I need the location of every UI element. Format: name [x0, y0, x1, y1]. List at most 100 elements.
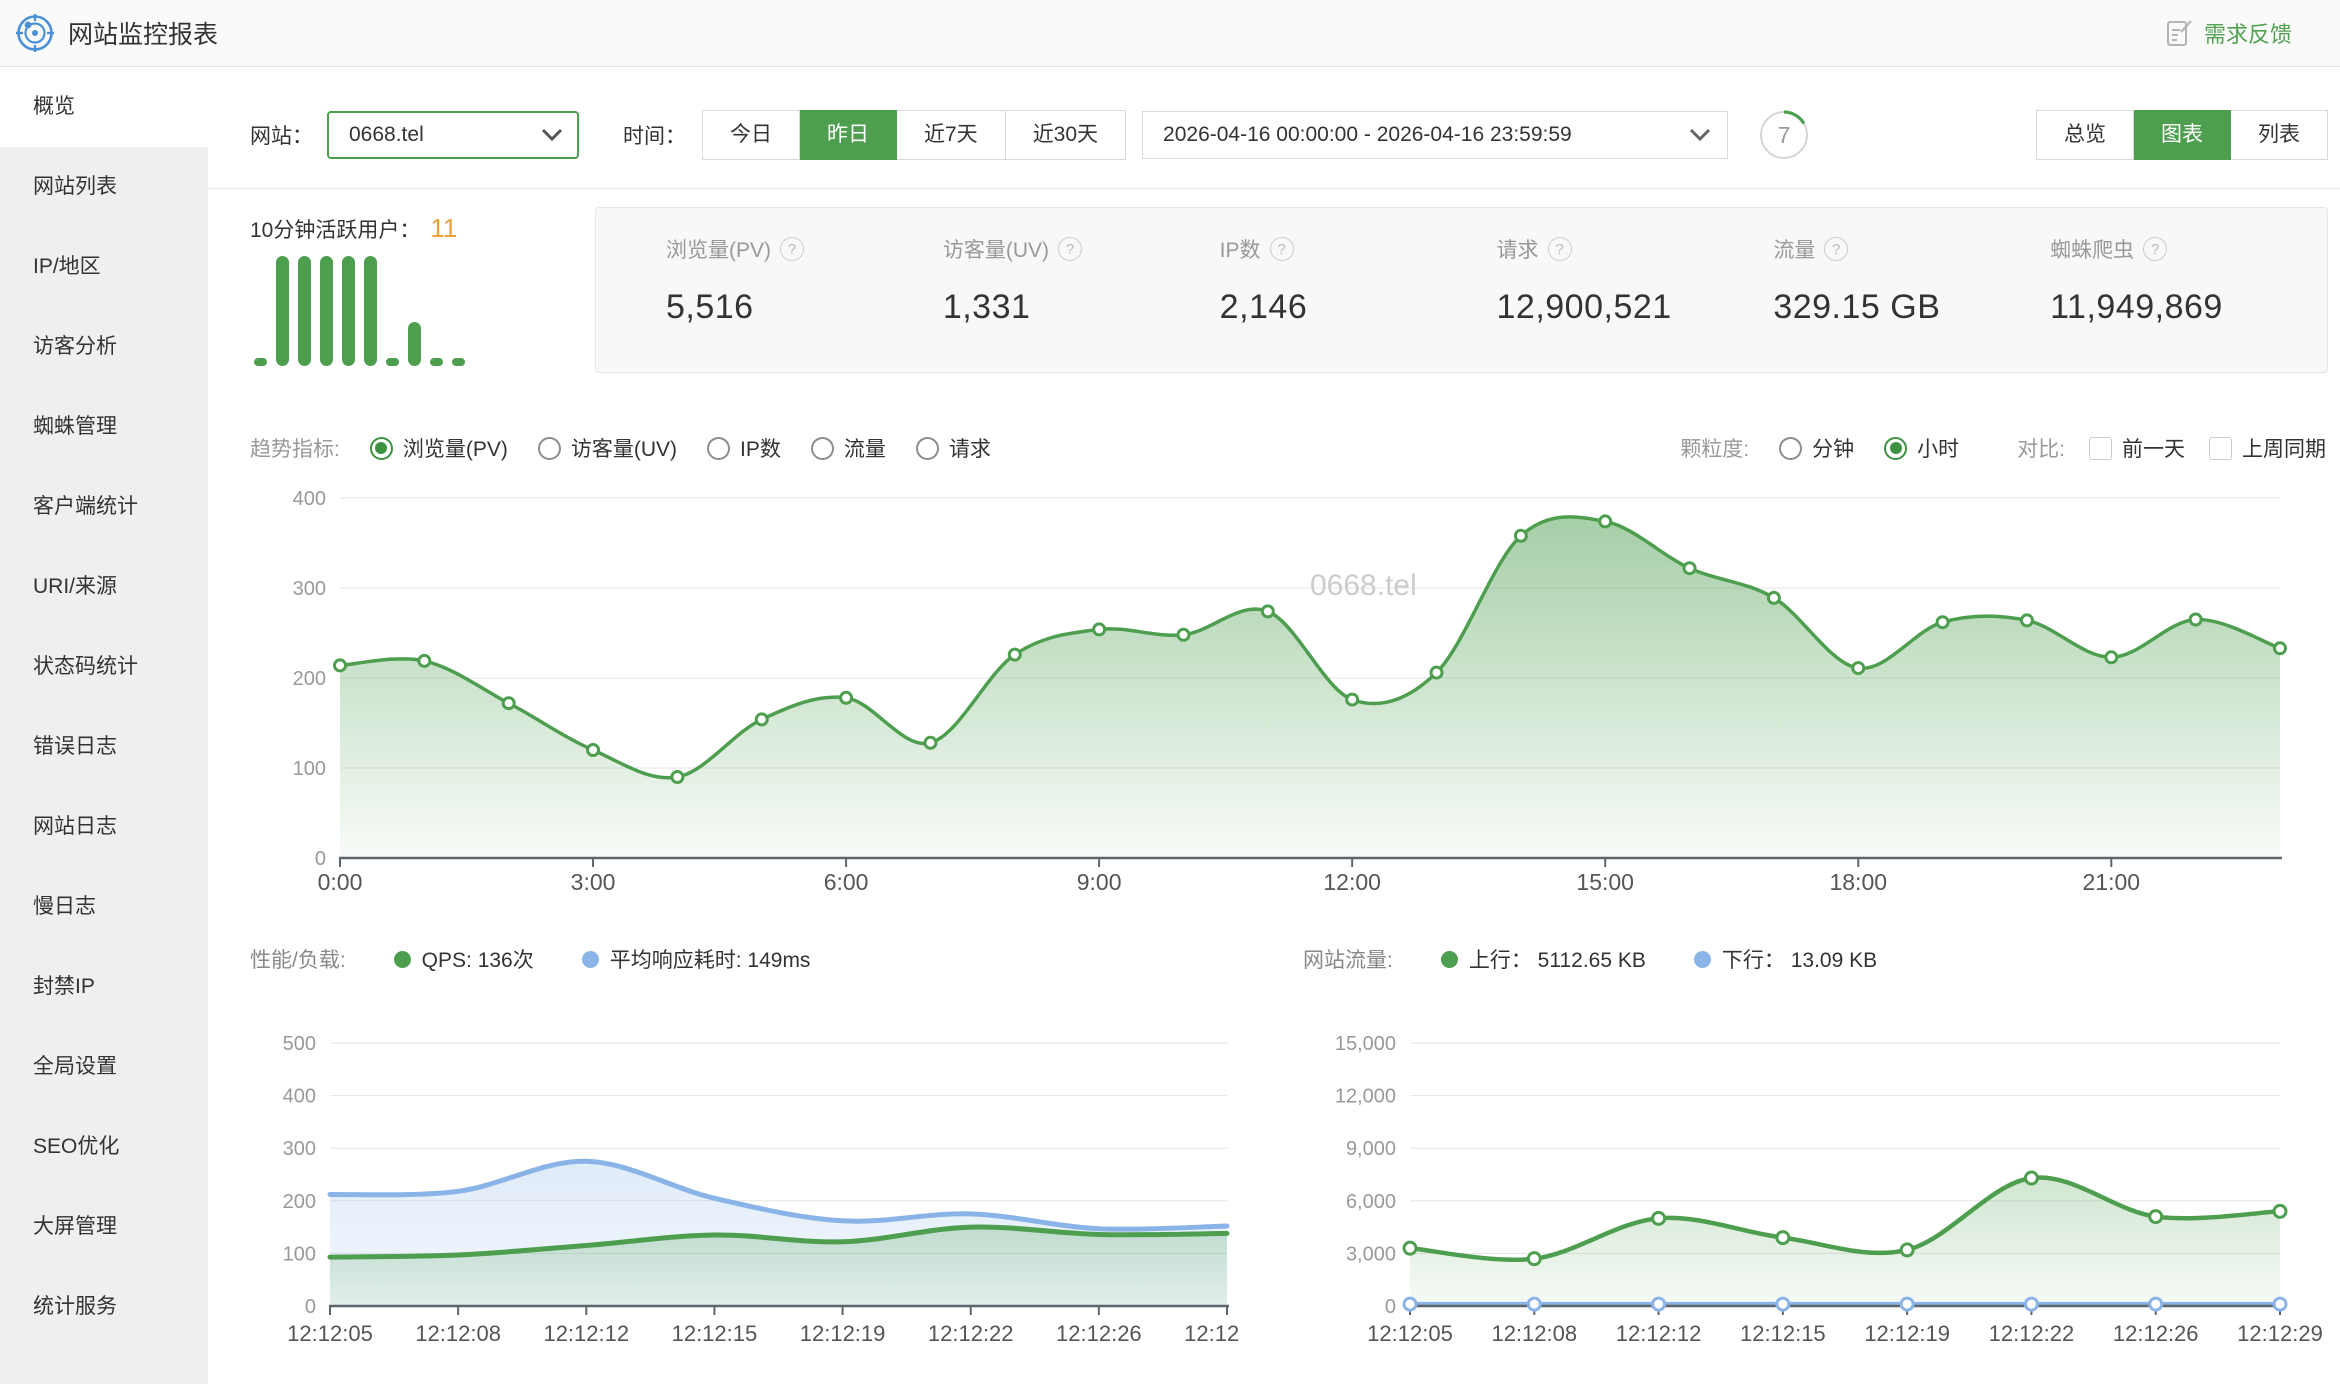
svg-text:0: 0: [305, 1296, 316, 1318]
svg-text:200: 200: [293, 668, 326, 690]
svg-text:100: 100: [293, 758, 326, 780]
trend-metric-label: 趋势指标:: [250, 433, 340, 463]
time-range-button[interactable]: 近30天: [1006, 110, 1126, 160]
trend-metric-radio-circle: [538, 437, 561, 460]
refresh-countdown[interactable]: 7: [1758, 109, 1810, 161]
stat-card: 蜘蛛爬虫? 11,949,869: [2050, 234, 2327, 372]
view-toggle-button[interactable]: 列表: [2231, 110, 2328, 160]
granularity-radio-circle: [1779, 437, 1802, 460]
feedback-note-icon: [2164, 18, 2194, 48]
help-icon[interactable]: ?: [1270, 237, 1294, 261]
legend-dot: [394, 951, 411, 968]
feedback-button[interactable]: 需求反馈: [2164, 17, 2292, 49]
stat-value: 1,331: [943, 288, 1220, 327]
compare-checkbox-label: 上周同期: [2242, 433, 2326, 463]
trend-metric-radio[interactable]: IP数: [707, 433, 781, 463]
help-icon[interactable]: ?: [2143, 237, 2167, 261]
stat-label: 请求: [1497, 234, 1539, 264]
svg-text:3:00: 3:00: [571, 869, 616, 895]
stat-label: 蜘蛛爬虫: [2050, 234, 2134, 264]
help-icon[interactable]: ?: [780, 237, 804, 261]
checkbox-box: [2209, 437, 2232, 460]
time-range-button[interactable]: 昨日: [800, 110, 897, 160]
sidebar-item[interactable]: 大屏管理: [0, 1187, 208, 1267]
stats-panel: 浏览量(PV)?5,516访客量(UV)?1,331IP数?2,146请求?12…: [595, 207, 2328, 373]
legend-item-text: 平均响应耗时: 149ms: [610, 944, 811, 974]
granularity-radio[interactable]: 分钟: [1779, 433, 1854, 463]
sidebar-item[interactable]: 蜘蛛管理: [0, 387, 208, 467]
stat-value: 2,146: [1220, 288, 1497, 327]
chevron-down-icon: [1689, 128, 1711, 142]
time-range-button[interactable]: 今日: [702, 110, 800, 160]
granularity-radio[interactable]: 小时: [1884, 433, 1959, 463]
sidebar-item[interactable]: 状态码统计: [0, 627, 208, 707]
sidebar-item[interactable]: 客户端统计: [0, 467, 208, 547]
stat-label-row: 蜘蛛爬虫?: [2050, 234, 2327, 264]
date-range-picker[interactable]: 2026-04-16 00:00:00 - 2026-04-16 23:59:5…: [1142, 111, 1728, 159]
sidebar-item[interactable]: 概览: [0, 67, 208, 147]
stat-card: 浏览量(PV)?5,516: [666, 234, 943, 372]
help-icon[interactable]: ?: [1824, 237, 1848, 261]
help-icon[interactable]: ?: [1058, 237, 1082, 261]
svg-text:200: 200: [283, 1191, 316, 1213]
sidebar-item[interactable]: 网站日志: [0, 787, 208, 867]
site-select[interactable]: 0668.tel: [327, 111, 579, 159]
sidebar-item[interactable]: 网站列表: [0, 147, 208, 227]
performance-chart: 010020030040050012:12:0512:12:0812:12:12…: [250, 1007, 1240, 1359]
page-title: 网站监控报表: [68, 15, 218, 51]
view-toggle-button[interactable]: 图表: [2134, 110, 2231, 160]
svg-text:12:12:19: 12:12:19: [1864, 1321, 1950, 1346]
svg-text:400: 400: [293, 488, 326, 510]
controls-row: 网站： 0668.tel 时间： 今日昨日近7天近30天 2026-04-16 …: [208, 67, 2340, 189]
sidebar-item[interactable]: 错误日志: [0, 707, 208, 787]
active-users-block: 10分钟活跃用户： 11: [250, 207, 595, 377]
trend-metric-radio-label: IP数: [740, 433, 781, 463]
perf-legend-title: 性能/负载:: [250, 944, 346, 974]
svg-text:12:00: 12:00: [1323, 869, 1381, 895]
sidebar-item[interactable]: IP/地区: [0, 227, 208, 307]
sidebar-item[interactable]: 全局设置: [0, 1027, 208, 1107]
view-toggle-group: 总览图表列表: [2036, 110, 2328, 160]
trend-metric-radio[interactable]: 流量: [811, 433, 886, 463]
sidebar-item[interactable]: 慢日志: [0, 867, 208, 947]
svg-text:0: 0: [1385, 1296, 1396, 1318]
svg-text:12:12:12: 12:12:12: [543, 1321, 629, 1346]
sidebar-item[interactable]: 统计服务: [0, 1267, 208, 1347]
refresh-countdown-ring: 7: [1758, 109, 1810, 161]
help-icon[interactable]: ?: [1548, 237, 1572, 261]
compare-checkbox[interactable]: 上周同期: [2209, 433, 2326, 463]
svg-text:12:12:29: 12:12:29: [1184, 1321, 1240, 1346]
stat-value: 329.15 GB: [1773, 288, 2050, 327]
svg-text:9,000: 9,000: [1346, 1138, 1396, 1160]
legend-item-text: 上行： 5112.65 KB: [1469, 944, 1646, 974]
granularity-group: 分钟 小时: [1749, 433, 1959, 463]
compare-checkbox[interactable]: 前一天: [2089, 433, 2185, 463]
svg-text:500: 500: [283, 1033, 316, 1055]
svg-text:12:12:26: 12:12:26: [1056, 1321, 1142, 1346]
svg-text:12:12:15: 12:12:15: [1740, 1321, 1826, 1346]
trend-metric-radio[interactable]: 浏览量(PV): [370, 433, 508, 463]
sidebar-item[interactable]: 封禁IP: [0, 947, 208, 1027]
svg-text:0668.tel: 0668.tel: [1310, 569, 1417, 602]
time-range-button[interactable]: 近7天: [897, 110, 1006, 160]
activity-bar: [342, 256, 355, 366]
granularity-radio-label: 小时: [1917, 433, 1959, 463]
traffic-legend-title: 网站流量:: [1303, 944, 1393, 974]
trend-metric-radio[interactable]: 访客量(UV): [538, 433, 677, 463]
activity-bar: [298, 256, 311, 366]
sidebar-item[interactable]: URI/来源: [0, 547, 208, 627]
compare-group: 前一天 上周同期: [2065, 433, 2326, 463]
view-toggle-button[interactable]: 总览: [2036, 110, 2134, 160]
activity-bar: [386, 358, 399, 366]
trend-controls-row: 趋势指标: 浏览量(PV)访客量(UV)IP数流量请求 颗粒度: 分钟小时 对比…: [250, 425, 2326, 471]
stat-value: 11,949,869: [2050, 288, 2327, 327]
time-label: 时间：: [623, 120, 686, 150]
trend-metric-radio-label: 访客量(UV): [571, 433, 677, 463]
sidebar-item[interactable]: SEO优化: [0, 1107, 208, 1187]
trend-metric-radio[interactable]: 请求: [916, 433, 991, 463]
svg-text:3,000: 3,000: [1346, 1243, 1396, 1265]
sidebar-item[interactable]: 访客分析: [0, 307, 208, 387]
svg-text:100: 100: [283, 1243, 316, 1265]
svg-text:6,000: 6,000: [1346, 1191, 1396, 1213]
legend-item-text: QPS: 136次: [422, 944, 534, 974]
